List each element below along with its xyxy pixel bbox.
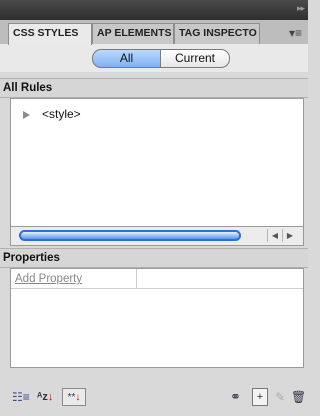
scope-toggle-row: All Current (0, 44, 308, 72)
scroll-left-icon[interactable]: ◀ (267, 229, 282, 242)
scroll-thumb[interactable] (19, 230, 241, 241)
scroll-right-icon[interactable]: ▶ (282, 229, 297, 242)
expand-triangle-icon[interactable] (23, 110, 30, 119)
tab-tag-inspector[interactable]: TAG INSPECTO (174, 23, 260, 44)
rule-item-label: <style> (42, 107, 81, 121)
show-alphabetical-view-icon[interactable]: ᴬz↓ (37, 388, 53, 406)
current-mode-button[interactable]: Current (160, 49, 230, 68)
panel-menu-icon[interactable]: ▾≡ (289, 26, 302, 40)
properties-grid[interactable]: Add Property (10, 268, 304, 368)
all-rules-header[interactable]: All Rules (0, 78, 308, 98)
rule-item-style[interactable]: <style> (23, 106, 81, 122)
new-css-rule-icon[interactable]: + (252, 388, 268, 406)
bottom-toolbar: ☷≡ ᴬz↓ **↓ ⚭ + ✎ 🗑 (0, 384, 308, 410)
property-value-cell[interactable] (137, 269, 303, 289)
panel-title-strip: ▸▸ (0, 0, 308, 20)
panel-tab-bar: CSS STYLES AP ELEMENTS TAG INSPECTO ▾≡ (0, 20, 308, 45)
show-category-view-icon[interactable]: ☷≡ (12, 388, 30, 406)
add-property-link[interactable]: Add Property (11, 269, 137, 289)
all-mode-button[interactable]: All (92, 49, 161, 68)
tab-css-styles[interactable]: CSS STYLES (8, 23, 92, 45)
edit-rule-icon[interactable]: ✎ (275, 388, 285, 406)
tab-ap-elements[interactable]: AP ELEMENTS (92, 23, 174, 44)
horizontal-scrollbar[interactable]: ◀ ▶ (10, 226, 304, 246)
attach-style-sheet-icon[interactable]: ⚭ (230, 388, 241, 406)
show-set-properties-icon[interactable]: **↓ (62, 388, 86, 406)
properties-header[interactable]: Properties (0, 248, 308, 268)
rules-tree[interactable]: <style> (10, 98, 304, 246)
collapse-panel-icon[interactable]: ▸▸ (297, 3, 305, 14)
delete-rule-icon[interactable]: 🗑 (291, 388, 306, 406)
